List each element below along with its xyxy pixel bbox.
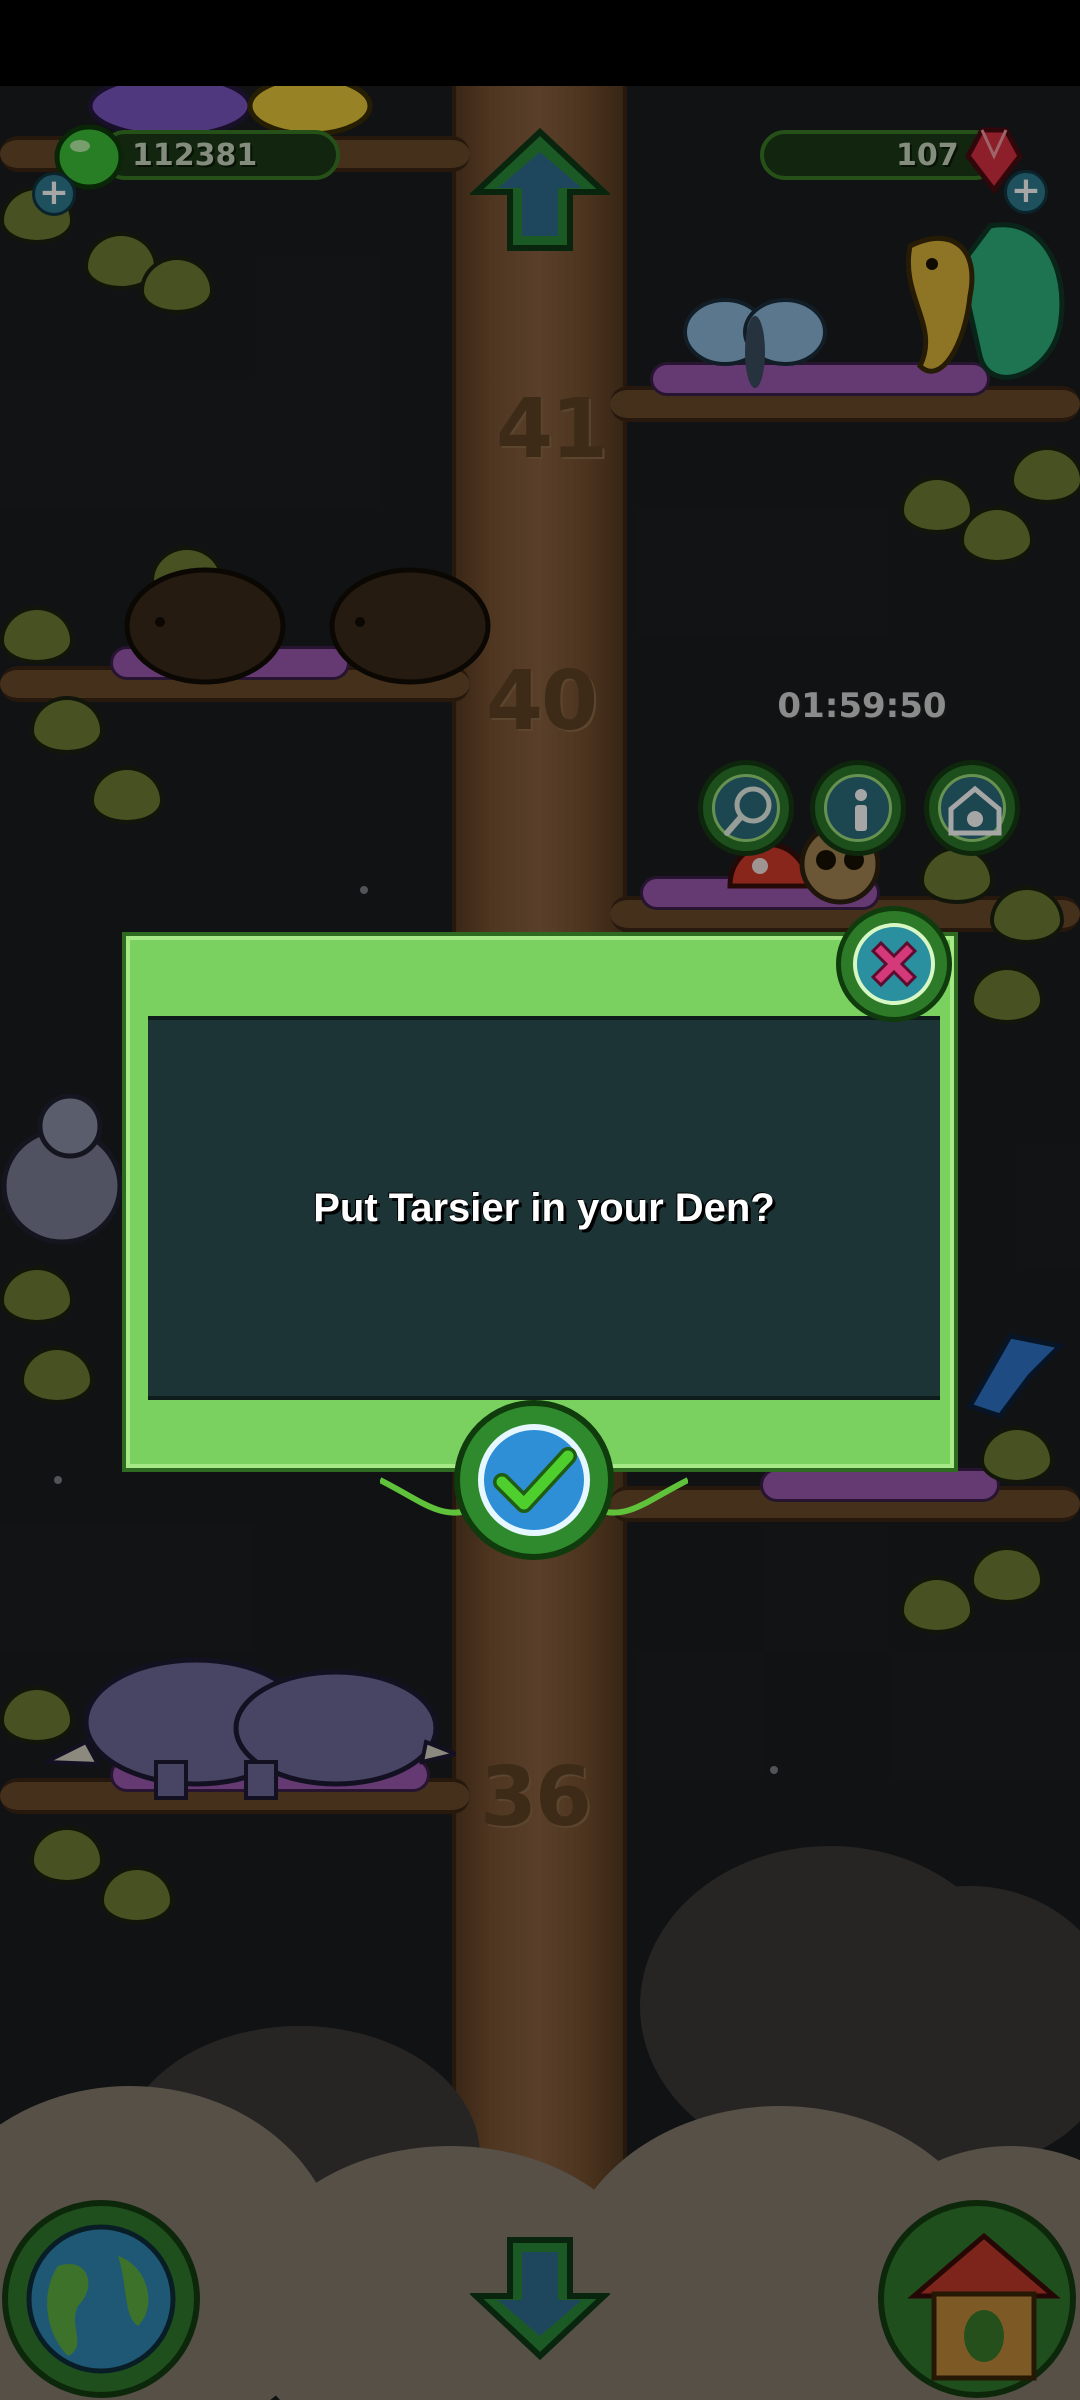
dialog-panel: Put Tarsier in your Den?	[148, 1016, 940, 1400]
dialog-message: Put Tarsier in your Den?	[313, 1185, 775, 1230]
status-bar	[0, 0, 1080, 86]
close-icon	[853, 923, 935, 1005]
confirm-button-frame	[454, 1400, 614, 1560]
checkmark-icon	[478, 1424, 590, 1536]
close-button[interactable]	[836, 906, 952, 1022]
confirm-button[interactable]	[380, 1400, 688, 1560]
confirm-dialog: Put Tarsier in your Den?	[122, 932, 958, 1472]
